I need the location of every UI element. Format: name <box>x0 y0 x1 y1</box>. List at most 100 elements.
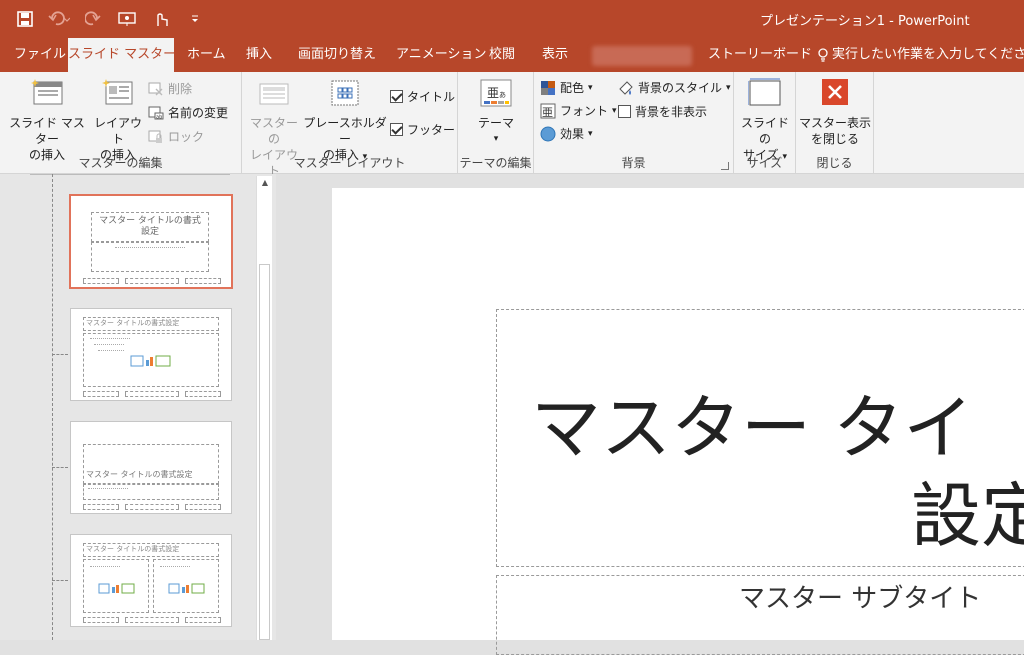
themes-icon: 亜あ <box>480 79 512 107</box>
fonts-icon: 亜 <box>540 103 556 119</box>
dropdown-caret-icon: ▾ <box>493 134 499 144</box>
thumb-footer-date <box>83 617 119 623</box>
rename-label: 名前の変更 <box>168 106 229 120</box>
tab-insert[interactable]: 挿入 <box>246 38 272 72</box>
tab-slide-master[interactable]: スライド マスター <box>68 38 176 72</box>
content-icons <box>98 583 135 594</box>
slide-thumbnail-master[interactable]: マスター タイトルの書式 設定 <box>69 194 233 289</box>
thumb-footer-number <box>185 391 221 397</box>
group-edit-theme: 亜あ テーマ ▾ テーマの編集 <box>458 72 534 174</box>
svg-text:亜: 亜 <box>487 86 499 100</box>
title-checkbox-box[interactable] <box>390 90 403 103</box>
group-edit-master: スライド マスター の挿入 レイアウト の挿入 削除 ab 名前の変更 ロック … <box>0 72 242 174</box>
thumb-content-left <box>83 559 149 613</box>
close-icon <box>822 79 848 105</box>
group-label-size: サイズ <box>746 156 783 170</box>
effects-label: 効果 <box>560 127 585 141</box>
subtitle-placeholder[interactable]: マスター サブタイト <box>496 575 1024 655</box>
title-checkbox[interactable]: タイトル <box>390 88 455 105</box>
group-label-master-layout: マスター レイアウト <box>293 156 406 170</box>
effects-icon <box>540 126 556 141</box>
thumb-connector <box>52 580 68 581</box>
thumb-footer-text <box>125 617 179 623</box>
footer-checkbox-box[interactable] <box>390 123 403 136</box>
insert-layout-button[interactable]: レイアウト の挿入 <box>90 78 146 163</box>
themes-button[interactable]: 亜あ テーマ ▾ <box>472 78 520 147</box>
background-styles-icon <box>619 80 633 95</box>
effects-button[interactable]: 効果 ▾ <box>540 125 593 142</box>
content-icons <box>130 355 171 367</box>
close-master-view-button[interactable]: マスター表示 を閉じる <box>798 78 872 147</box>
tell-me-box[interactable]: 実行したい作業を入力してください <box>818 38 1024 72</box>
slide-thumbnail-layout-2[interactable]: マスター タイトルの書式設定 <box>70 421 232 514</box>
thumb-footer-text <box>125 504 179 510</box>
insert-placeholder-button[interactable]: プレースホルダー の挿入 ▾ <box>302 78 388 165</box>
thumb-content-right <box>153 559 219 613</box>
thumb-content-placeholder <box>83 333 219 387</box>
title-placeholder-line-2: 設定 <box>911 475 1024 557</box>
dropdown-caret-icon: ▾ <box>612 105 617 116</box>
tab-transitions[interactable]: 画面切り替え <box>298 38 376 72</box>
colors-label: 配色 <box>560 81 585 95</box>
insert-placeholder-label-1: プレースホルダー <box>303 116 387 146</box>
thumb-title-placeholder: マスター タイトルの書式設定 <box>83 317 219 331</box>
subtitle-placeholder-text: マスター サブタイト <box>739 584 982 614</box>
thumb-title-placeholder: マスター タイトルの書式 設定 <box>91 212 209 242</box>
slide-thumbnail-layout-3[interactable]: マスター タイトルの書式設定 <box>70 534 232 627</box>
svg-text:亜: 亜 <box>542 106 553 119</box>
ribbon: スライド マスター の挿入 レイアウト の挿入 削除 ab 名前の変更 ロック … <box>0 72 1024 178</box>
tab-animations[interactable]: アニメーション <box>396 38 486 72</box>
colors-icon <box>541 80 555 95</box>
thumb-footer-text <box>125 391 179 397</box>
scrollbar-thumb[interactable] <box>259 264 270 640</box>
preserve-label: ロック <box>168 130 205 144</box>
dropdown-caret-icon: ▾ <box>588 128 593 139</box>
touch-mode-icon[interactable] <box>150 9 172 29</box>
tab-storyboard[interactable]: ストーリーボード <box>708 38 812 72</box>
thumb-footer-date <box>83 391 119 397</box>
slide-size-icon <box>747 78 781 106</box>
thumb-footer-text <box>125 278 179 284</box>
slide-canvas: マスター タイ 設定 マスター サブタイト <box>332 188 1024 655</box>
tab-review[interactable]: 校閲 <box>489 38 515 72</box>
customize-qat-icon[interactable] <box>184 9 206 29</box>
title-placeholder-line-1: マスター タイ <box>531 387 974 469</box>
title-checkbox-label: タイトル <box>407 90 456 104</box>
footer-checkbox[interactable]: フッター <box>390 121 455 138</box>
group-label-edit-master: マスターの編集 <box>78 156 163 170</box>
redo-icon[interactable] <box>82 9 104 29</box>
fonts-button[interactable]: 亜 フォント ▾ <box>540 102 617 119</box>
thumb-footer-date <box>83 278 119 284</box>
tab-home[interactable]: ホーム <box>187 38 226 72</box>
slide-size-button[interactable]: スライドの サイズ ▾ <box>736 78 794 165</box>
group-master-layout: マスターの レイアウト プレースホルダー の挿入 ▾ タイトル フッター マスタ… <box>242 72 458 178</box>
pane-top-divider <box>30 174 230 175</box>
thumb-footer-number <box>185 504 221 510</box>
hide-background-checkbox-box[interactable] <box>618 105 631 118</box>
undo-icon[interactable] <box>48 9 70 29</box>
dialog-launcher-icon[interactable] <box>721 162 729 170</box>
tab-view[interactable]: 表示 <box>542 38 568 72</box>
present-icon[interactable] <box>116 9 138 29</box>
background-styles-button[interactable]: 背景のスタイル ▾ <box>618 79 731 96</box>
thumb-footer-number <box>185 278 221 284</box>
group-label-background: 背景 <box>621 156 646 170</box>
tab-file[interactable]: ファイル <box>14 38 66 72</box>
delete-button[interactable]: 削除 <box>148 80 192 97</box>
insert-slide-master-button[interactable]: スライド マスター の挿入 <box>4 78 90 163</box>
thumb-title-line-1: マスター タイトルの書式 <box>99 216 201 226</box>
insert-slide-master-label-1: スライド マスター <box>9 116 85 146</box>
preserve-button[interactable]: ロック <box>148 128 204 145</box>
rename-button[interactable]: ab 名前の変更 <box>148 104 228 121</box>
title-placeholder[interactable]: マスター タイ 設定 <box>496 309 1024 567</box>
scroll-up-arrow-icon[interactable]: ▲ <box>259 178 271 190</box>
hide-background-checkbox[interactable]: 背景を非表示 <box>618 103 707 120</box>
slide-size-label-1: スライドの <box>740 116 789 146</box>
save-icon[interactable] <box>14 9 36 29</box>
slide-thumbnail-layout-1[interactable]: マスター タイトルの書式設定 <box>70 308 232 401</box>
close-master-label-2: を閉じる <box>810 132 859 146</box>
thumbnail-scrollbar[interactable]: ▲ <box>256 176 272 640</box>
close-master-label-1: マスター表示 <box>798 116 871 130</box>
colors-button[interactable]: 配色 ▾ <box>540 79 593 96</box>
layout-tree-line <box>52 174 53 640</box>
